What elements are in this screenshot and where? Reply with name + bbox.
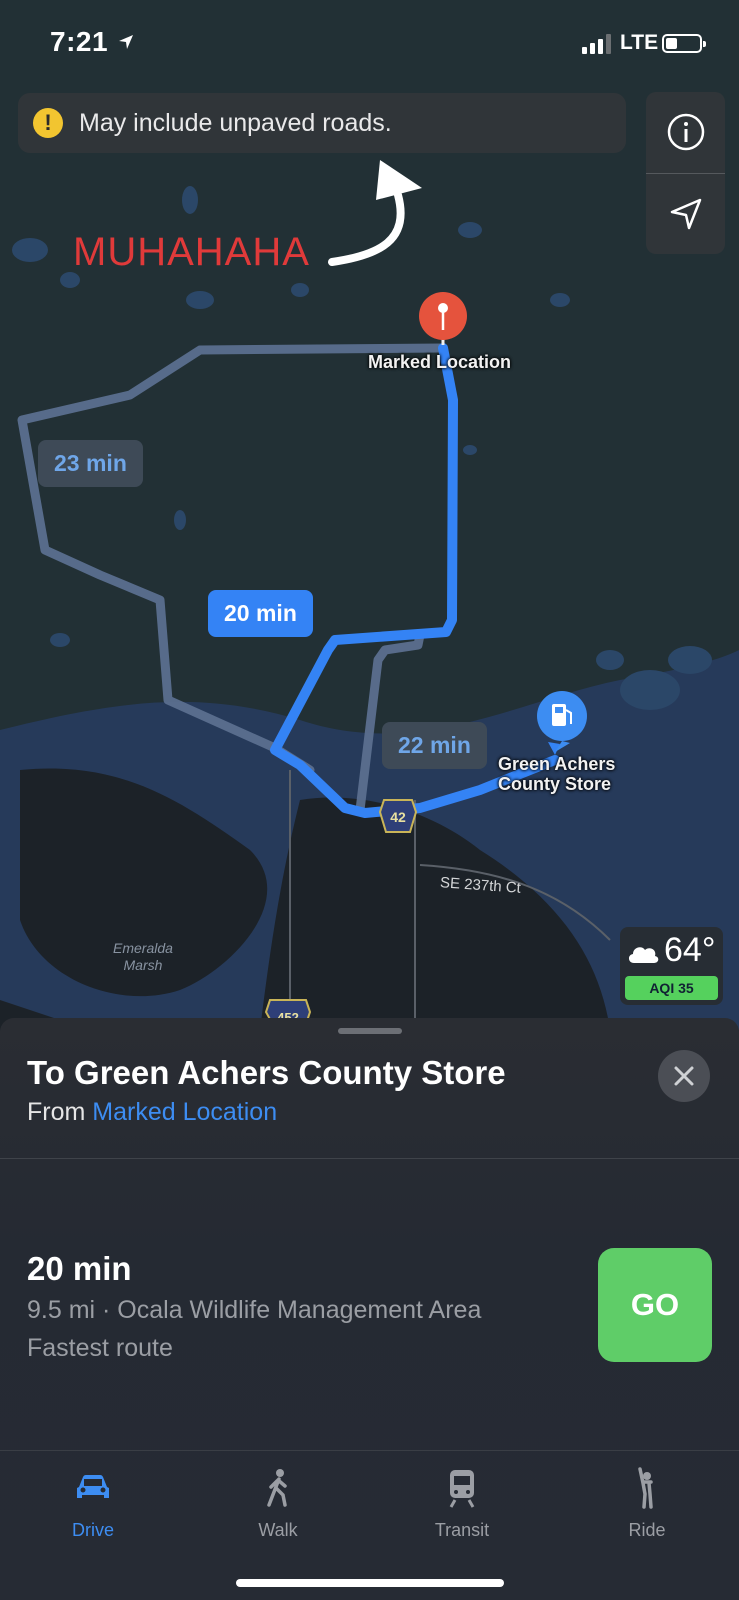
close-icon — [674, 1066, 694, 1086]
ride-icon — [638, 1467, 653, 1509]
tabbar-divider — [0, 1450, 739, 1451]
from-location-link[interactable]: Marked Location — [92, 1098, 277, 1126]
location-arrow-icon — [119, 35, 133, 49]
directions-from: From Marked Location — [27, 1098, 277, 1127]
tab-label-walk: Walk — [258, 1520, 298, 1540]
exclamation-icon: ! — [33, 108, 63, 138]
home-indicator[interactable] — [236, 1579, 504, 1587]
directions-title: To Green Achers County Store — [27, 1054, 506, 1091]
area-label: Emeralda Marsh — [113, 940, 173, 974]
signal-bars-icon — [582, 34, 611, 54]
info-icon — [667, 113, 704, 151]
banner-text: May include unpaved roads. — [79, 108, 392, 137]
tab-transit[interactable]: Transit — [402, 1466, 522, 1556]
train-icon — [449, 1470, 475, 1508]
weather-temp: 64° — [664, 931, 716, 969]
route-detail: 9.5 mi · Ocala Wildlife Management Area — [27, 1296, 482, 1324]
destination-label-line2: County Store — [498, 774, 612, 794]
from-prefix: From — [27, 1098, 86, 1126]
sheet-divider — [0, 1158, 739, 1159]
svg-text:42: 42 — [390, 809, 406, 825]
info-button[interactable] — [646, 92, 725, 172]
unpaved-roads-banner[interactable]: ! May include unpaved roads. — [18, 93, 626, 153]
marked-location-label: Marked Location — [368, 352, 512, 372]
battery-icon — [662, 34, 706, 53]
tab-label-drive: Drive — [71, 1520, 114, 1540]
area-label-line1: Emeralda — [113, 940, 173, 956]
area-label-line2: Marsh — [123, 957, 163, 973]
map-view[interactable]: 42 452 — [0, 0, 739, 1030]
status-bar: 7:21 LTE — [0, 0, 739, 90]
network-type: LTE — [620, 31, 659, 54]
route-time[interactable]: 20 min — [27, 1250, 132, 1288]
cloud-icon — [628, 947, 659, 963]
tab-label-transit: Transit — [434, 1520, 490, 1540]
map-controls — [646, 92, 725, 254]
destination-label-line1: Green Achers — [498, 754, 616, 774]
close-button[interactable] — [658, 1050, 710, 1102]
highway-shield-42: 42 — [378, 799, 418, 833]
tab-walk[interactable]: Walk — [218, 1466, 338, 1556]
route-badge-main[interactable]: 20 min — [208, 590, 313, 637]
destination-label: Green Achers County Store — [498, 754, 615, 794]
route-note: Fastest route — [27, 1334, 173, 1362]
go-button[interactable]: GO — [598, 1248, 712, 1362]
route-badge-alt-1[interactable]: 23 min — [38, 440, 143, 487]
tab-ride[interactable]: Ride — [587, 1466, 707, 1556]
directions-sheet: To Green Achers County Store From Marked… — [0, 1018, 739, 1600]
weather-widget[interactable]: 64° AQI 35 — [620, 927, 723, 1005]
annotation-text: MUHAHAHA — [73, 230, 310, 274]
location-arrow-icon — [670, 198, 701, 230]
status-time: 7:21 — [50, 26, 109, 57]
locate-button[interactable] — [646, 174, 725, 254]
walk-icon — [267, 1469, 287, 1507]
sheet-grabber[interactable] — [338, 1028, 402, 1034]
route-badge-alt-2[interactable]: 22 min — [382, 722, 487, 769]
tab-label-ride: Ride — [628, 1520, 666, 1540]
car-icon — [77, 1475, 109, 1498]
tab-drive[interactable]: Drive — [33, 1466, 153, 1556]
aqi-badge: AQI 35 — [625, 976, 718, 1000]
